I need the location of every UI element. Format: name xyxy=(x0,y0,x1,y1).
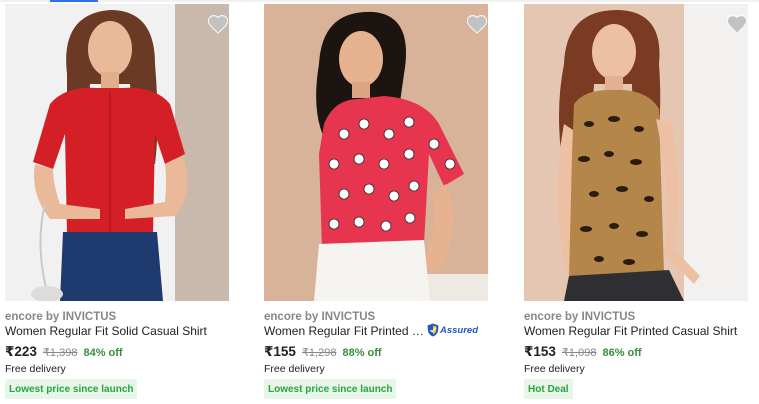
product-image[interactable] xyxy=(524,4,748,301)
product-title[interactable]: Women Regular Fit Printed Casual Shirt xyxy=(524,324,748,338)
price-row: ₹155 ₹1,298 88% off xyxy=(264,344,382,360)
selling-price: ₹153 xyxy=(524,344,556,359)
selling-price: ₹223 xyxy=(5,344,37,359)
deal-badge: Hot Deal xyxy=(524,379,573,399)
product-card[interactable]: encore by INVICTUS Women Regular Fit Sol… xyxy=(5,4,229,402)
product-image[interactable] xyxy=(264,4,488,301)
assured-badge: Assured xyxy=(427,322,478,338)
discount-percent: 86% off xyxy=(602,347,642,359)
product-card[interactable]: encore by INVICTUS Women Regular Fit Pri… xyxy=(264,4,488,402)
product-card[interactable]: encore by INVICTUS Women Regular Fit Pri… xyxy=(524,4,748,402)
price-row: ₹153 ₹1,098 86% off xyxy=(524,344,642,360)
product-photo-red-polka-dot-shirt xyxy=(264,4,488,301)
top-tab-underline xyxy=(0,0,759,2)
delivery-info: Free delivery xyxy=(5,363,66,375)
price-row: ₹223 ₹1,398 84% off xyxy=(5,344,123,360)
original-price: ₹1,398 xyxy=(42,347,78,359)
discount-percent: 84% off xyxy=(83,347,123,359)
heart-icon[interactable] xyxy=(726,14,748,34)
original-price: ₹1,098 xyxy=(561,347,597,359)
heart-icon[interactable] xyxy=(207,14,229,34)
product-brand: encore by INVICTUS xyxy=(5,311,117,323)
delivery-info: Free delivery xyxy=(524,363,585,375)
product-brand: encore by INVICTUS xyxy=(264,311,376,323)
delivery-info: Free delivery xyxy=(264,363,325,375)
product-photo-red-solid-shirt xyxy=(5,4,229,301)
original-price: ₹1,298 xyxy=(301,347,337,359)
product-title[interactable]: Women Regular Fit Printed Casual Shirt xyxy=(264,324,426,338)
assured-label: Assured xyxy=(440,324,479,336)
product-photo-leopard-print-shirt xyxy=(524,4,748,301)
active-tab-indicator xyxy=(50,0,98,2)
deal-badge: Lowest price since launch xyxy=(264,379,397,399)
deal-badge: Lowest price since launch xyxy=(5,379,138,399)
product-image[interactable] xyxy=(5,4,229,301)
product-title[interactable]: Women Regular Fit Solid Casual Shirt xyxy=(5,324,229,338)
selling-price: ₹155 xyxy=(264,344,296,359)
discount-percent: 88% off xyxy=(342,347,382,359)
heart-icon[interactable] xyxy=(466,14,488,34)
product-brand: encore by INVICTUS xyxy=(524,311,636,323)
shield-icon xyxy=(427,323,439,337)
